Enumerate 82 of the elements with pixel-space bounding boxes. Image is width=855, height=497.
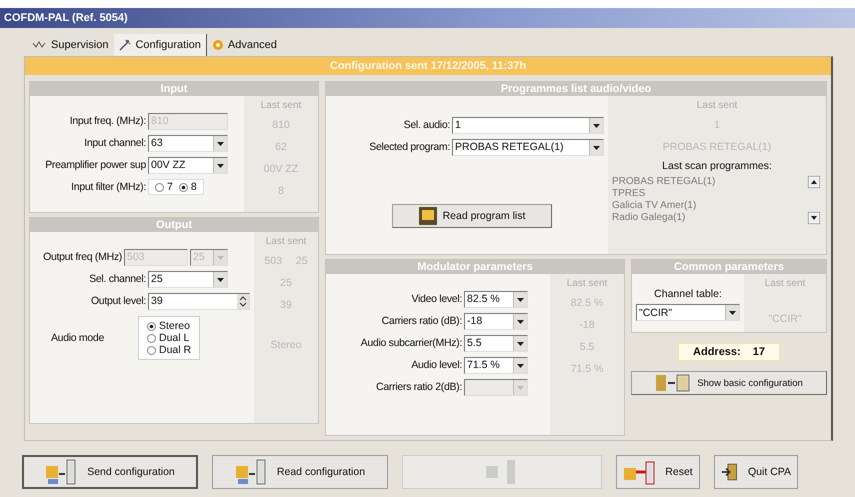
dropdown-caret-icon[interactable] (213, 136, 227, 150)
field-label: Audio level: (410, 359, 462, 371)
address-value: 17 (752, 346, 765, 358)
programme-item[interactable]: Radio Galega(1) (612, 212, 792, 224)
list-heading: Last scan programmes: (662, 160, 772, 172)
dropdown-caret-icon[interactable] (513, 358, 527, 372)
spin-field[interactable]: 39 (148, 292, 250, 310)
column-heading: Last sent (764, 278, 806, 290)
field-label: Carriers ratio (dB): (380, 315, 462, 327)
section-title: Common parameters (632, 260, 826, 274)
field-label: Carriers ratio 2(dB): (375, 381, 462, 393)
radio-label: Dual L (159, 332, 190, 344)
dropdown-caret-icon[interactable] (513, 314, 527, 328)
show-basic-configuration-button[interactable]: Show basic configuration (631, 371, 827, 395)
scroll-down-icon[interactable] (808, 212, 820, 224)
dropdown-field[interactable]: 71.5 % (464, 356, 528, 374)
address-label: Address: (693, 346, 741, 358)
dropdown-caret-icon[interactable] (213, 158, 227, 172)
wave-icon (33, 41, 47, 49)
wand-icon (119, 39, 132, 51)
field-label: Audio subcarrier(MHz): (360, 337, 462, 349)
tab[interactable]: Advanced (206, 34, 283, 56)
radio-label: Dual R (159, 344, 192, 356)
radio-label: 8 (190, 181, 197, 193)
dropdown-caret-icon[interactable] (589, 140, 603, 154)
dropdown-field[interactable]: 00V ZZ (148, 156, 228, 174)
dropdown-field[interactable]: 82.5 % (464, 290, 528, 308)
field-label: Input channel: (83, 137, 146, 149)
dropdown-caret-icon[interactable] (513, 292, 527, 306)
radio-button[interactable] (155, 182, 164, 192)
section-title: Output (30, 218, 318, 232)
status-banner: Configuration sent 17/12/2005, 11:37h (25, 57, 831, 75)
window-title: COFDM-PAL (Ref. 5054) (0, 8, 855, 28)
scrollbar[interactable] (808, 176, 822, 224)
read-program-list-button[interactable]: Read program list (392, 204, 552, 228)
scroll-up-icon[interactable] (808, 176, 820, 188)
dropdown-field[interactable]: 1 (452, 116, 604, 134)
toolbar-button[interactable]: Reset (616, 455, 700, 489)
toolbar-button[interactable]: Quit CPA (714, 455, 798, 489)
field-label: Audio mode (50, 332, 104, 344)
radio-button[interactable] (147, 322, 156, 330)
dropdown-field[interactable]: 5.5 (464, 334, 528, 352)
dropdown-caret-icon[interactable] (725, 305, 739, 320)
dropdown-field[interactable]: "CCIR" (636, 304, 740, 321)
field-label: Output level: (90, 295, 146, 307)
radio-button[interactable] (178, 182, 188, 192)
dropdown-caret-icon[interactable] (213, 272, 227, 286)
section-title: Modulator parameters (326, 260, 624, 274)
dropdown-caret-icon[interactable] (589, 118, 603, 132)
programme-item[interactable]: Galicia TV Amer(1) (612, 200, 792, 212)
dropdown-field[interactable]: PROBAS RETEGAL(1) (452, 138, 604, 156)
field-label: Video level: (410, 293, 462, 305)
dropdown-caret-icon[interactable] (513, 336, 527, 350)
field-label: Preamplifier power sup (44, 159, 146, 171)
toolbar-button[interactable]: Read configuration (212, 455, 388, 489)
dropdown-field[interactable]: 63 (148, 134, 228, 152)
toolbar-button[interactable]: Send configuration (22, 455, 198, 489)
dropdown-field[interactable]: -18 (464, 312, 528, 330)
radio-button[interactable] (147, 346, 156, 354)
section-title: Programmes list audio/video (326, 82, 826, 96)
tab[interactable]: Supervision (28, 34, 114, 56)
column-heading: Last sent (266, 236, 306, 248)
field-label: Output freq (MHz) (42, 251, 122, 263)
column-heading: Last sent (696, 100, 738, 112)
radio-label: 7 (167, 181, 173, 193)
column-heading: Last sent (566, 278, 608, 290)
field-label: Channel table: (654, 288, 722, 300)
column-heading: Last sent (260, 100, 302, 112)
gear-icon (212, 39, 224, 51)
spinner-arrows-icon[interactable] (237, 294, 249, 308)
tab[interactable]: Configuration (114, 34, 207, 56)
field-label: Input freq. (MHz): (68, 115, 146, 127)
radio-label: Stereo (159, 320, 190, 332)
field-label: Sel. audio: (402, 119, 450, 131)
field-label: Selected program: (368, 141, 450, 153)
dropdown-field[interactable]: 25 (148, 270, 228, 288)
field-label: Input filter (MHz): (70, 181, 146, 193)
radio-button[interactable] (147, 334, 156, 342)
section-title: Input (30, 82, 318, 96)
field-label: Sel. channel: (88, 273, 146, 285)
programme-item[interactable]: TPRES (612, 188, 792, 200)
programme-item[interactable]: PROBAS RETEGAL(1) (612, 176, 792, 188)
